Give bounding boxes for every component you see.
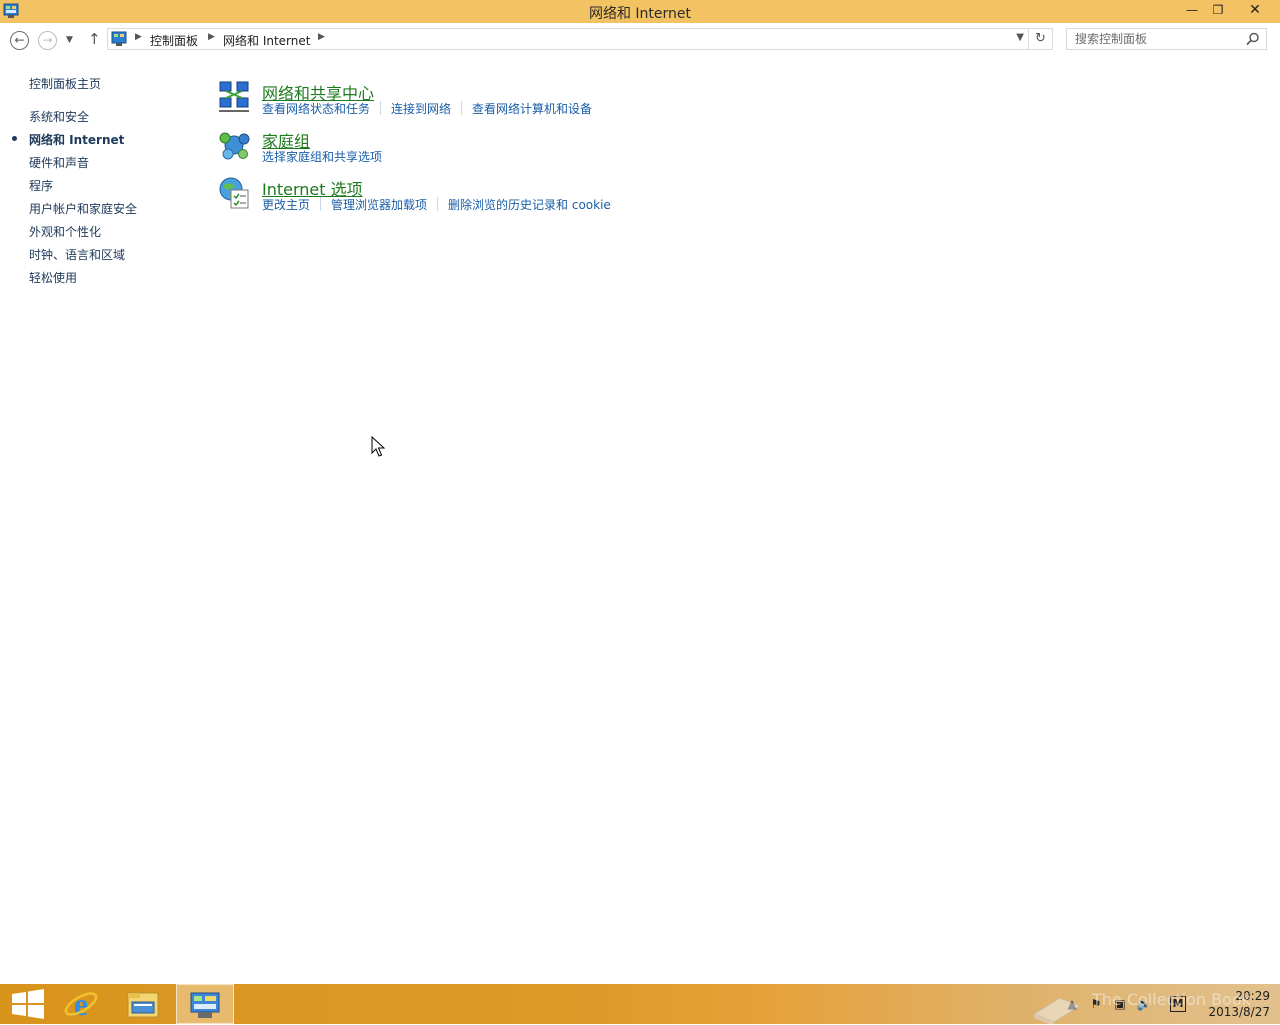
recent-locations-button[interactable]: ▼ xyxy=(66,35,73,45)
search-box[interactable] xyxy=(1066,28,1267,50)
view-network-status-link[interactable]: 查看网络状态和任务 xyxy=(262,100,370,117)
link-divider xyxy=(380,101,382,115)
current-item-bullet xyxy=(12,136,17,141)
sidebar-item-network-internet[interactable]: 网络和 Internet xyxy=(29,131,124,148)
link-divider xyxy=(320,197,322,211)
link-divider xyxy=(461,101,463,115)
search-input[interactable] xyxy=(1075,31,1240,47)
sidebar-item-clock-language-region[interactable]: 时钟、语言和区域 xyxy=(29,246,125,263)
category-links: 更改主页 管理浏览器加载项 删除浏览的历史记录和 cookie xyxy=(262,196,611,213)
manage-browser-addons-link[interactable]: 管理浏览器加载项 xyxy=(331,196,427,213)
arrow-right-icon: → xyxy=(42,33,53,47)
taskbar-internet-explorer[interactable]: e xyxy=(52,984,110,1024)
homegroup-icon[interactable] xyxy=(217,128,251,162)
watermark: The Collection Book xyxy=(1030,984,1270,1024)
watermark-text: The Collection Book xyxy=(1092,990,1251,1009)
address-bar[interactable]: ▶ 控制面板 ▶ 网络和 Internet ▶ ▼ xyxy=(107,28,1029,50)
mouse-pointer-icon xyxy=(371,436,385,457)
title-bar: 网络和 Internet — ❐ ✕ xyxy=(0,0,1280,23)
internet-options-icon[interactable] xyxy=(217,176,251,210)
sidebar-item-programs[interactable]: 程序 xyxy=(29,177,53,194)
minimize-button[interactable]: — xyxy=(1179,0,1205,21)
arrow-left-icon: ← xyxy=(14,33,25,47)
refresh-icon: ↻ xyxy=(1035,31,1046,46)
breadcrumb-separator-icon[interactable]: ▶ xyxy=(135,32,142,42)
window-title: 网络和 Internet xyxy=(588,6,692,22)
taskbar-control-panel[interactable] xyxy=(176,984,234,1024)
sidebar-item-user-accounts[interactable]: 用户帐户和家庭安全 xyxy=(29,200,137,217)
control-panel-icon xyxy=(111,31,127,46)
back-button[interactable]: ← xyxy=(10,31,29,50)
view-network-computers-link[interactable]: 查看网络计算机和设备 xyxy=(472,100,592,117)
connect-to-network-link[interactable]: 连接到网络 xyxy=(391,100,451,117)
delete-browsing-history-link[interactable]: 删除浏览的历史记录和 cookie xyxy=(448,196,611,213)
category-links: 查看网络状态和任务 连接到网络 查看网络计算机和设备 xyxy=(262,100,592,117)
sidebar-item-hardware-sound[interactable]: 硬件和声音 xyxy=(29,154,89,171)
arrow-up-icon: ↑ xyxy=(88,30,101,48)
taskbar-file-explorer[interactable] xyxy=(114,984,172,1024)
sidebar-item-appearance[interactable]: 外观和个性化 xyxy=(29,223,101,240)
address-dropdown-icon[interactable]: ▼ xyxy=(1016,32,1024,43)
forward-button[interactable]: → xyxy=(38,31,57,50)
search-icon[interactable] xyxy=(1246,32,1260,46)
sidebar-item-control-panel-home[interactable]: 控制面板主页 xyxy=(29,75,101,92)
start-icon xyxy=(12,989,44,1019)
svg-text:e: e xyxy=(74,986,88,1022)
close-button[interactable]: ✕ xyxy=(1233,0,1277,21)
navigation-bar: ← → ▼ ↑ ▶ 控制面板 ▶ 网络和 Internet ▶ ▼ ↻ xyxy=(0,23,1280,58)
sidebar-item-system-security[interactable]: 系统和安全 xyxy=(29,108,89,125)
change-homepage-link[interactable]: 更改主页 xyxy=(262,196,310,213)
restore-button[interactable]: ❐ xyxy=(1205,0,1231,21)
up-button[interactable]: ↑ xyxy=(88,30,101,48)
internet-explorer-icon: e xyxy=(64,986,98,1022)
book-icon xyxy=(1032,997,1082,1024)
homegroup-sharing-options-link[interactable]: 选择家庭组和共享选项 xyxy=(262,148,382,165)
link-divider xyxy=(437,197,439,211)
network-sharing-center-icon[interactable] xyxy=(217,80,251,114)
breadcrumb-control-panel[interactable]: 控制面板 xyxy=(150,32,198,49)
breadcrumb-separator-icon[interactable]: ▶ xyxy=(318,32,325,42)
breadcrumb-separator-icon[interactable]: ▶ xyxy=(208,32,215,42)
start-button[interactable] xyxy=(0,984,58,1024)
sidebar-item-ease-of-access[interactable]: 轻松使用 xyxy=(29,269,77,286)
file-explorer-icon xyxy=(127,992,159,1018)
chevron-down-icon: ▼ xyxy=(66,35,73,45)
breadcrumb-network-internet[interactable]: 网络和 Internet xyxy=(223,32,310,49)
refresh-button[interactable]: ↻ xyxy=(1029,28,1053,50)
category-links: 选择家庭组和共享选项 xyxy=(262,148,382,165)
control-panel-icon xyxy=(190,992,220,1018)
